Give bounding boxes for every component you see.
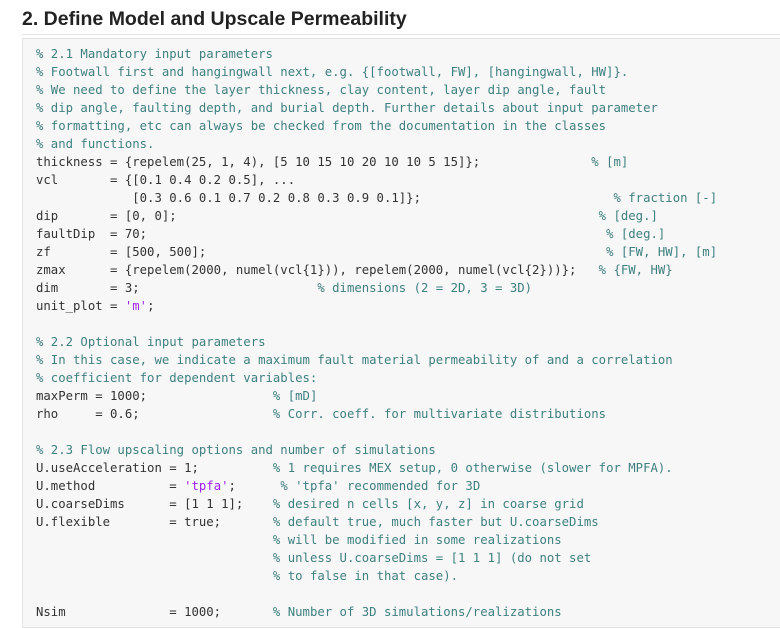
code-line: % unless U.coarseDims = [1 1 1] (do not … <box>36 549 717 567</box>
code-comment: % desired n cells [x, y, z] in coarse gr… <box>272 497 584 511</box>
code-line: U.method = 'tpfa'; % 'tpfa' recommended … <box>36 477 717 495</box>
code-line: % 2.3 Flow upscaling options and number … <box>36 441 717 459</box>
code-comment: % We need to define the layer thickness,… <box>36 83 607 97</box>
code-comment: % dimensions (2 = 2D, 3 = 3D) <box>317 281 533 295</box>
code-comment: % unless U.coarseDims = [1 1 1] (do not … <box>272 551 592 565</box>
code-text: unit_plot = <box>36 299 125 313</box>
code-comment: % default true, much faster but U.coarse… <box>272 515 599 529</box>
code-comment: % will be modified in some realizations <box>272 533 562 547</box>
code-line: dip = [0, 0]; % [deg.] <box>36 207 717 225</box>
code-line: unit_plot = 'm'; <box>36 297 717 315</box>
code-line: % In this case, we indicate a maximum fa… <box>36 351 717 369</box>
code-text: faultDip = 70; <box>36 227 607 241</box>
code-line: U.useAcceleration = 1; % 1 requires MEX … <box>36 459 717 477</box>
code-line: vcl = {[0.1 0.4 0.2 0.5], ... <box>36 171 717 189</box>
code-comment: % {FW, HW} <box>598 263 673 277</box>
code-line: U.flexible = true; % default true, much … <box>36 513 717 531</box>
code-text: dim = 3; <box>36 281 318 295</box>
code-line: Nsim = 1000; % Number of 3D simulations/… <box>36 603 717 621</box>
code-text: U.flexible = true; <box>36 515 273 529</box>
code-line: % to false in that case). <box>36 567 717 585</box>
code-comment: % 2.2 Optional input parameters <box>36 335 266 349</box>
code-line: zf = [500, 500]; % [FW, HW], [m] <box>36 243 717 261</box>
code-string: 'tpfa' <box>184 479 229 493</box>
code-text: ; <box>228 479 281 493</box>
code-comment: % 1 requires MEX setup, 0 otherwise (slo… <box>272 461 673 475</box>
code-comment: % to false in that case). <box>272 569 459 583</box>
code-line: rho = 0.6; % Corr. coeff. for multivaria… <box>36 405 717 423</box>
code-comment: % 2.1 Mandatory input parameters <box>36 47 273 61</box>
code-line: U.coarseDims = [1 1 1]; % desired n cell… <box>36 495 717 513</box>
code-comment: % In this case, we indicate a maximum fa… <box>36 353 673 367</box>
code-text: [0.3 0.6 0.1 0.7 0.2 0.8 0.3 0.9 0.1]}; <box>36 191 614 205</box>
code-comment: % fraction [-] <box>613 191 718 205</box>
code-text: U.method = <box>36 479 185 493</box>
code-text: thickness = {repelem(25, 1, 4), [5 10 15… <box>36 155 592 169</box>
code-string: 'm' <box>124 299 148 313</box>
code-comment: % [deg.] <box>598 209 658 223</box>
code-comment: % 2.3 Flow upscaling options and number … <box>36 443 436 457</box>
code-text: U.useAcceleration = 1; <box>36 461 273 475</box>
code-text: U.coarseDims = [1 1 1]; <box>36 497 273 511</box>
code-comment: % dip angle, faulting depth, and burial … <box>36 101 658 115</box>
code-line: faultDip = 70; % [deg.] <box>36 225 717 243</box>
code-line: % We need to define the layer thickness,… <box>36 81 717 99</box>
section-heading: 2. Define Model and Upscale Permeability <box>22 8 407 30</box>
code-comment: % and functions. <box>36 137 155 151</box>
code-comment: % Number of 3D simulations/realizations <box>272 605 562 619</box>
code-text: ; <box>147 299 155 313</box>
code-line: % coefficient for dependent variables: <box>36 369 717 387</box>
code-line: dim = 3; % dimensions (2 = 2D, 3 = 3D) <box>36 279 717 297</box>
code-comment: % formatting, etc can always be checked … <box>36 119 607 133</box>
code-comment: % Corr. coeff. for multivariate distribu… <box>272 407 607 421</box>
code-line: maxPerm = 1000; % [mD] <box>36 387 717 405</box>
code-line: [0.3 0.6 0.1 0.7 0.2 0.8 0.3 0.9 0.1]}; … <box>36 189 717 207</box>
code-comment: % [deg.] <box>606 227 666 241</box>
code-line: % 2.1 Mandatory input parameters <box>36 45 717 63</box>
code-line: % Footwall first and hangingwall next, e… <box>36 63 717 81</box>
code-text: dip = [0, 0]; <box>36 209 599 223</box>
code-text: maxPerm = 1000; <box>36 389 273 403</box>
code-block: % 2.1 Mandatory input parameters % Footwa… <box>36 45 717 621</box>
code-comment: % [FW, HW], [m] <box>606 245 718 259</box>
code-comment: % coefficient for dependent variables: <box>36 371 318 385</box>
code-line: % and functions. <box>36 135 717 153</box>
code-line: thickness = {repelem(25, 1, 4), [5 10 15… <box>36 153 717 171</box>
code-text: zmax = {repelem(2000, numel(vcl{1})), re… <box>36 263 599 277</box>
code-comment: % [m] <box>591 155 629 169</box>
code-line: % dip angle, faulting depth, and burial … <box>36 99 717 117</box>
code-line: zmax = {repelem(2000, numel(vcl{1})), re… <box>36 261 717 279</box>
code-text: rho = 0.6; <box>36 407 273 421</box>
code-line: % will be modified in some realizations <box>36 531 717 549</box>
heading-divider <box>22 34 780 35</box>
code-line: % 2.2 Optional input parameters <box>36 333 717 351</box>
code-comment: % Footwall first and hangingwall next, e… <box>36 65 629 79</box>
code-comment: % [mD] <box>272 389 318 403</box>
code-text: zf = [500, 500]; <box>36 245 607 259</box>
code-text: vcl = {[0.1 0.4 0.2 0.5], ... <box>36 173 296 187</box>
code-line: % formatting, etc can always be checked … <box>36 117 717 135</box>
code-text: Nsim = 1000; <box>36 605 273 619</box>
code-comment: % 'tpfa' recommended for 3D <box>280 479 481 493</box>
